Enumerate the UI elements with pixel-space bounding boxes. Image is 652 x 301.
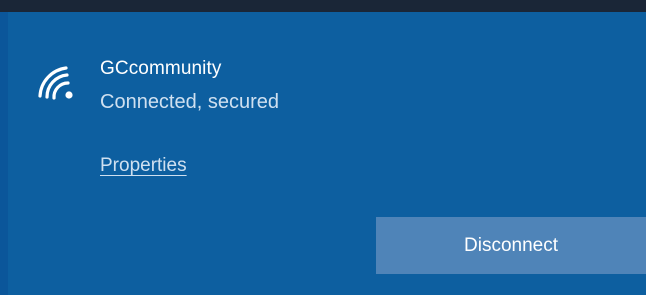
properties-link[interactable]: Properties [100,155,187,177]
network-name: GCcommunity [100,58,222,79]
panel-left-edge [0,12,8,295]
wifi-secured-icon [38,66,73,100]
disconnect-button[interactable]: Disconnect [376,217,646,274]
flyout-top-strip [0,0,646,12]
network-flyout-frame: GCcommunity Connected, secured Propertie… [0,0,652,301]
network-status: Connected, secured [100,91,280,113]
